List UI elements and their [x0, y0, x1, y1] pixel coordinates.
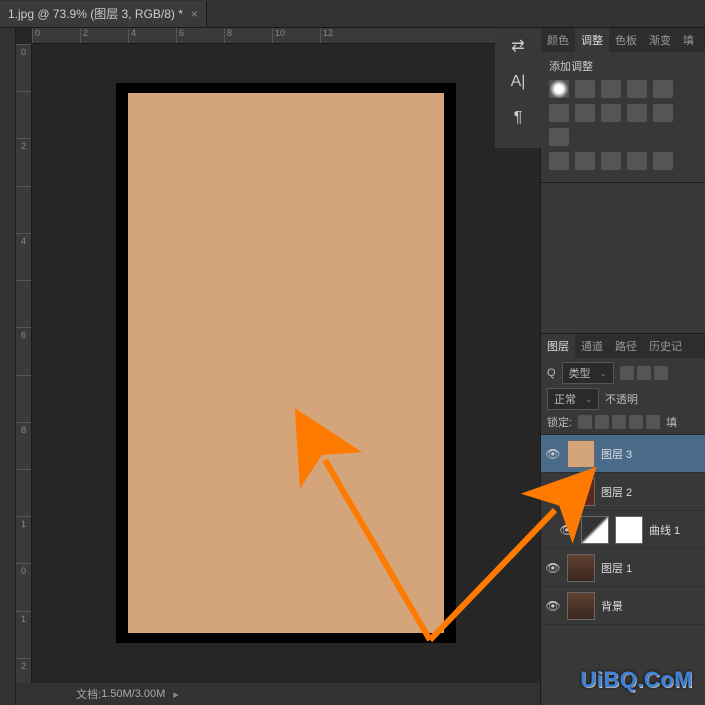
tab-gradients[interactable]: 渐变 — [643, 28, 677, 52]
panel-spacer — [541, 183, 705, 333]
bw-icon[interactable] — [601, 104, 621, 122]
layer-thumbnail[interactable] — [581, 516, 609, 544]
invert-icon[interactable] — [549, 152, 569, 170]
canvas-viewport[interactable] — [32, 44, 540, 681]
brightness-icon[interactable] — [549, 80, 569, 98]
filter-adjust-icon[interactable] — [637, 366, 651, 380]
filter-type-dropdown[interactable]: 类型 ⌄ — [562, 362, 614, 384]
layer-thumbnail[interactable] — [567, 592, 595, 620]
visibility-icon[interactable]: 👁 — [545, 447, 561, 461]
layer-item[interactable]: 👁 曲线 1 — [541, 511, 705, 549]
filter-pixel-icon[interactable] — [620, 366, 634, 380]
tab-history[interactable]: 历史记 — [643, 334, 688, 358]
tab-layers[interactable]: 图层 — [541, 334, 575, 358]
visibility-icon[interactable]: 👁 — [545, 561, 561, 575]
opacity-label: 不透明 — [605, 391, 638, 407]
canvas-fill — [128, 93, 444, 633]
lock-position-icon[interactable] — [612, 415, 626, 429]
layer-item[interactable]: 👁 图层 1 — [541, 549, 705, 587]
canvas-area: 0 2 4 6 8 10 12 0 2 4 6 8 1 0 — [16, 28, 540, 705]
tab-paths[interactable]: 路径 — [609, 334, 643, 358]
filter-type-icon[interactable] — [654, 366, 668, 380]
artboard — [116, 83, 456, 643]
collapsed-panel-dock: ⇄ A| ¶ — [495, 28, 541, 148]
layer-thumbnail[interactable] — [567, 440, 595, 468]
lock-artboard-icon[interactable] — [629, 415, 643, 429]
gradient-map-icon[interactable] — [627, 152, 647, 170]
tab-swatches[interactable]: 色板 — [609, 28, 643, 52]
tab-adjustments[interactable]: 调整 — [575, 28, 609, 52]
vibrance-icon[interactable] — [653, 80, 673, 98]
adjustments-tab-bar: 颜色 调整 色板 渐变 填 — [541, 28, 705, 52]
photo-filter-icon[interactable] — [627, 104, 647, 122]
watermark: UiBQ.CoM — [580, 667, 693, 693]
curves-icon[interactable] — [601, 80, 621, 98]
status-arrow-icon[interactable]: ▸ — [173, 688, 179, 701]
layer-item[interactable]: 👁 图层 2 — [541, 473, 705, 511]
fill-label: 填 — [666, 414, 677, 430]
lock-label: 锁定: — [547, 414, 572, 430]
lock-transparent-icon[interactable] — [578, 415, 592, 429]
posterize-icon[interactable] — [575, 152, 595, 170]
adjustments-title: 添加调整 — [549, 58, 697, 74]
document-tab-bar: 1.jpg @ 73.9% (图层 3, RGB/8) * × — [0, 0, 705, 28]
status-value: 1.50M/3.00M — [101, 688, 165, 700]
channel-mixer-icon[interactable] — [653, 104, 673, 122]
layer-thumbnail[interactable] — [567, 554, 595, 582]
selective-color-icon[interactable] — [653, 152, 673, 170]
status-bar: 文档: 1.50M/3.00M ▸ — [16, 683, 540, 705]
layer-name[interactable]: 曲线 1 — [649, 522, 680, 538]
tab-fill[interactable]: 填 — [677, 28, 700, 52]
layer-item[interactable]: 👁 图层 3 — [541, 435, 705, 473]
layer-list: 👁 图层 3 👁 图层 2 👁 曲线 1 — [541, 435, 705, 705]
document-tab[interactable]: 1.jpg @ 73.9% (图层 3, RGB/8) * × — [0, 1, 207, 27]
layers-tab-bar: 图层 通道 路径 历史记 — [541, 334, 705, 358]
left-gutter — [0, 28, 16, 705]
layer-name[interactable]: 背景 — [601, 598, 623, 614]
close-tab-icon[interactable]: × — [191, 7, 198, 21]
horizontal-ruler[interactable]: 0 2 4 6 8 10 12 — [32, 28, 540, 44]
vertical-ruler[interactable]: 0 2 4 6 8 1 0 1 2 — [16, 44, 32, 705]
layer-mask-thumbnail[interactable] — [615, 516, 643, 544]
layer-name[interactable]: 图层 1 — [601, 560, 632, 576]
tab-channels[interactable]: 通道 — [575, 334, 609, 358]
properties-icon[interactable]: ⇄ — [498, 28, 538, 64]
visibility-icon[interactable]: 👁 — [559, 523, 575, 537]
layer-name[interactable]: 图层 2 — [601, 484, 632, 500]
adjustments-panel: 添加调整 — [541, 52, 705, 183]
tab-color[interactable]: 颜色 — [541, 28, 575, 52]
chevron-down-icon: ⌄ — [585, 395, 592, 404]
levels-icon[interactable] — [575, 80, 595, 98]
visibility-icon[interactable]: 👁 — [545, 485, 561, 499]
layers-panel: 图层 通道 路径 历史记 Q 类型 ⌄ — [541, 333, 705, 705]
layer-name[interactable]: 图层 3 — [601, 446, 632, 462]
character-icon[interactable]: A| — [498, 64, 538, 100]
layer-item[interactable]: 👁 背景 — [541, 587, 705, 625]
layer-controls: Q 类型 ⌄ 正常 ⌄ — [541, 358, 705, 435]
chevron-down-icon: ⌄ — [600, 369, 607, 378]
blend-mode-dropdown[interactable]: 正常 ⌄ — [547, 388, 599, 410]
status-label: 文档: — [76, 686, 101, 702]
threshold-icon[interactable] — [601, 152, 621, 170]
layer-thumbnail[interactable] — [567, 478, 595, 506]
hue-icon[interactable] — [549, 104, 569, 122]
lock-paint-icon[interactable] — [595, 415, 609, 429]
exposure-icon[interactable] — [627, 80, 647, 98]
paragraph-icon[interactable]: ¶ — [498, 100, 538, 136]
document-title: 1.jpg @ 73.9% (图层 3, RGB/8) * — [8, 5, 183, 22]
visibility-icon[interactable]: 👁 — [545, 599, 561, 613]
search-icon: Q — [547, 367, 556, 379]
color-lookup-icon[interactable] — [549, 128, 569, 146]
balance-icon[interactable] — [575, 104, 595, 122]
lock-all-icon[interactable] — [646, 415, 660, 429]
right-panels: 颜色 调整 色板 渐变 填 添加调整 — [540, 28, 705, 705]
